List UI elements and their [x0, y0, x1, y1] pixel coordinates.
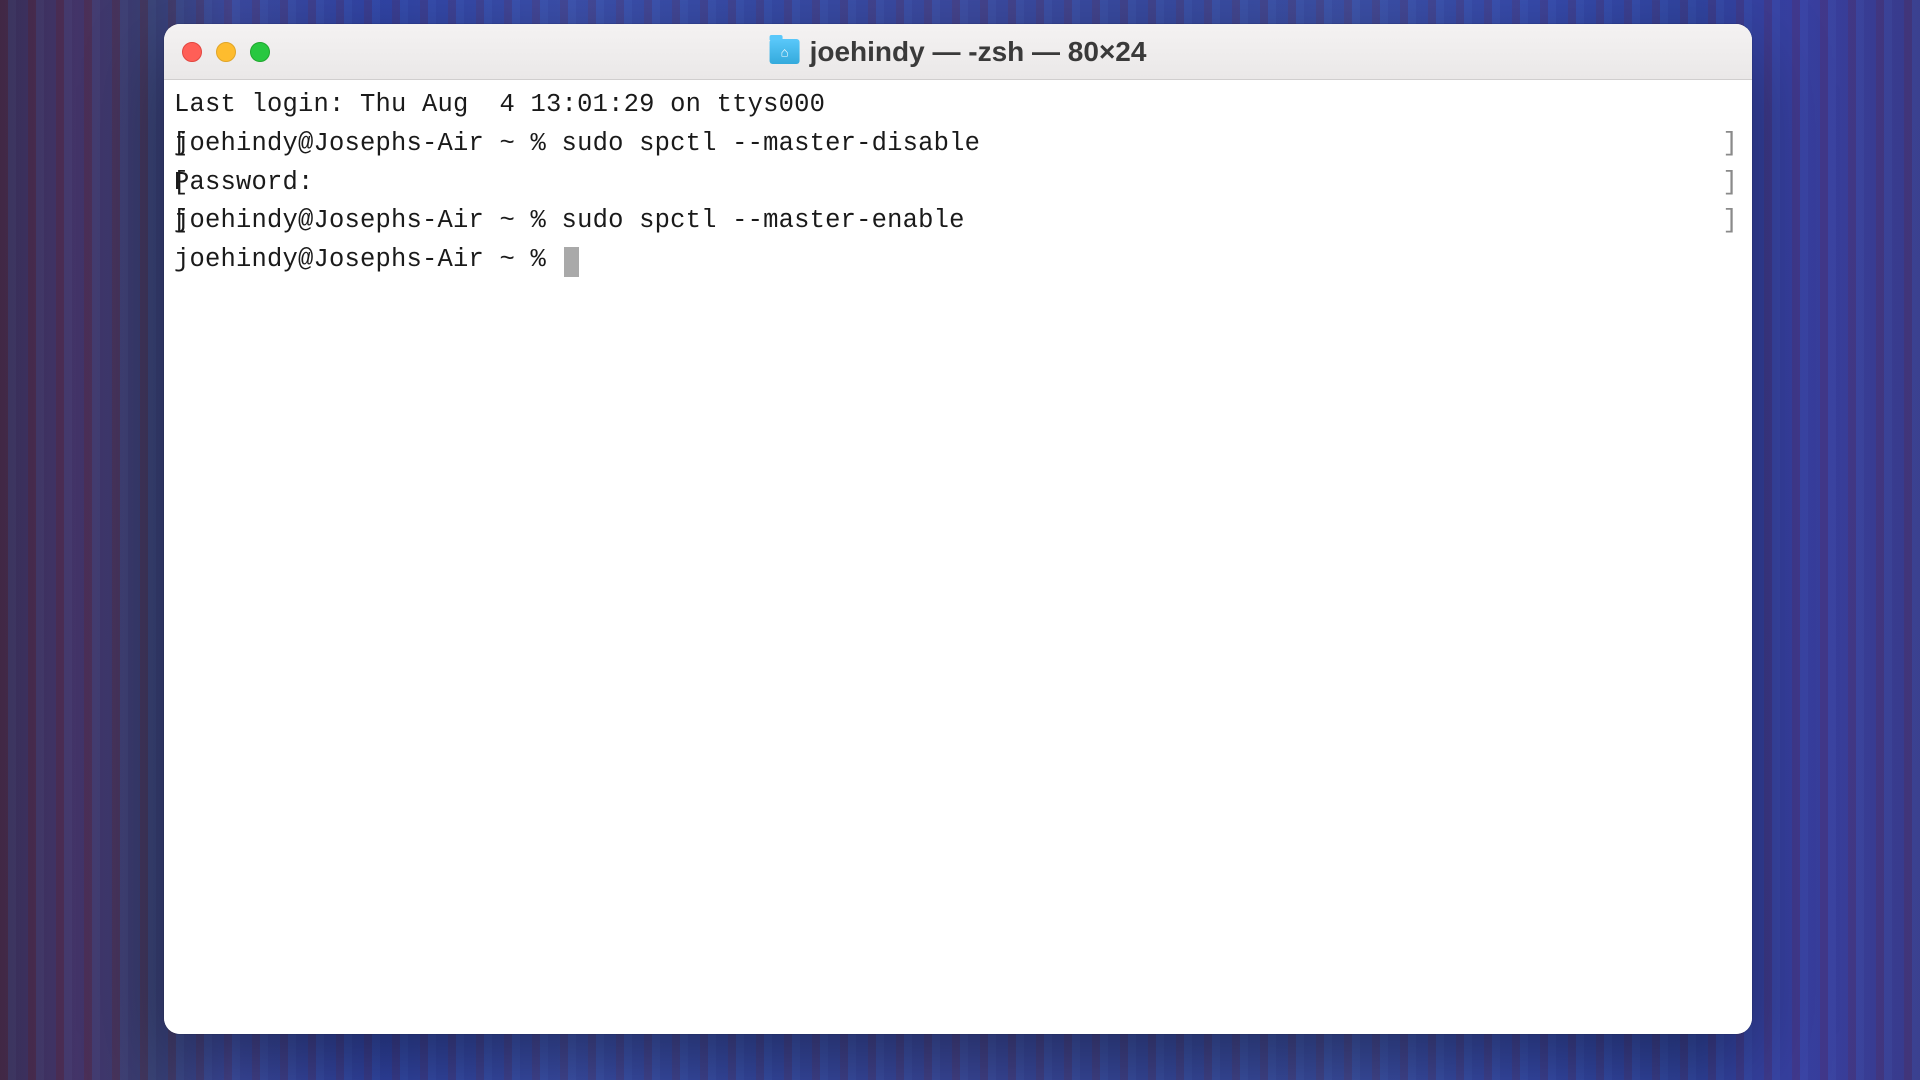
maximize-button[interactable]: [250, 42, 270, 62]
terminal-prompt-line[interactable]: joehindy@Josephs-Air ~ %: [174, 241, 1742, 280]
terminal-line-text: joehindy@Josephs-Air ~ % sudo spctl --ma…: [174, 206, 965, 235]
traffic-lights: [182, 42, 270, 62]
terminal-line: [joehindy@Josephs-Air ~ % sudo spctl --m…: [174, 125, 1742, 164]
cursor-icon: [564, 247, 579, 277]
close-button[interactable]: [182, 42, 202, 62]
window-title: joehindy — -zsh — 80×24: [770, 36, 1147, 68]
bracket-right: ]: [1722, 164, 1738, 203]
window-title-text: joehindy — -zsh — 80×24: [810, 36, 1147, 68]
terminal-prompt-text: joehindy@Josephs-Air ~ %: [174, 245, 562, 274]
bracket-left: [: [173, 164, 189, 203]
terminal-line: Last login: Thu Aug 4 13:01:29 on ttys00…: [174, 86, 1742, 125]
terminal-line-text: joehindy@Josephs-Air ~ % sudo spctl --ma…: [174, 129, 980, 158]
terminal-body[interactable]: Last login: Thu Aug 4 13:01:29 on ttys00…: [164, 80, 1752, 1034]
terminal-window[interactable]: joehindy — -zsh — 80×24 Last login: Thu …: [164, 24, 1752, 1034]
bracket-left: [: [173, 125, 189, 164]
terminal-line: [joehindy@Josephs-Air ~ % sudo spctl --m…: [174, 202, 1742, 241]
bracket-right: ]: [1722, 125, 1738, 164]
window-titlebar[interactable]: joehindy — -zsh — 80×24: [164, 24, 1752, 80]
terminal-line-text: Last login: Thu Aug 4 13:01:29 on ttys00…: [174, 90, 825, 119]
bracket-left: [: [173, 202, 189, 241]
bracket-right: ]: [1722, 202, 1738, 241]
terminal-line: [Password:]: [174, 164, 1742, 203]
terminal-line-text: Password:: [174, 168, 314, 197]
minimize-button[interactable]: [216, 42, 236, 62]
folder-icon: [770, 39, 800, 64]
